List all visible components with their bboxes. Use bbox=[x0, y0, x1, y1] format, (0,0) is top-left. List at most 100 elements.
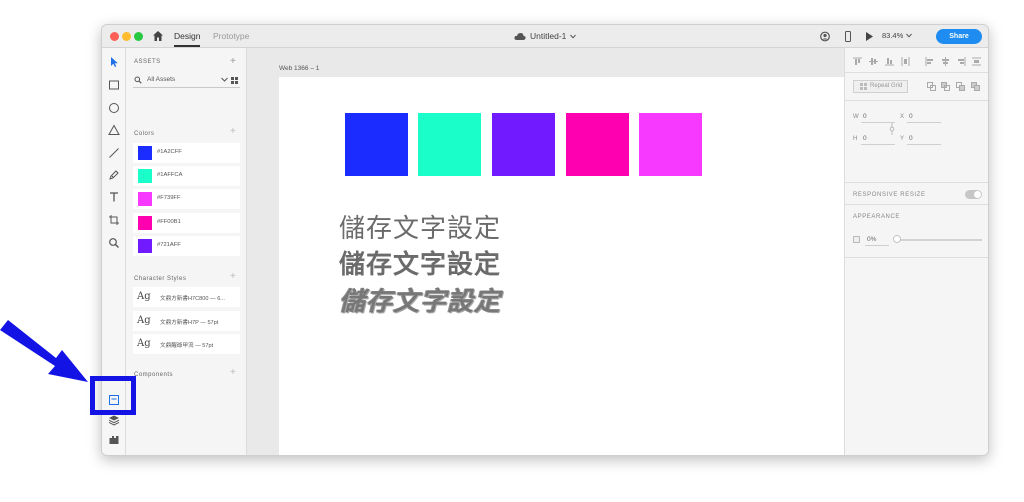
canvas-area[interactable]: Web 1366 – 1 儲存文字設定 儲存文字設定 儲存文字設定 bbox=[247, 48, 844, 455]
text-layer[interactable]: 儲存文字設定 bbox=[339, 208, 501, 245]
color-asset-item[interactable]: #1A2CFF bbox=[133, 143, 240, 163]
divider bbox=[845, 182, 988, 183]
character-style-item[interactable]: Ag 文鼎方新書H7C800 — 6... bbox=[133, 287, 240, 307]
color-swatch bbox=[138, 192, 152, 206]
assets-panel: ASSETS + All Assets Colors + #1A2CFF #1A… bbox=[126, 48, 247, 455]
distribute-horizontal-icon[interactable] bbox=[972, 57, 981, 66]
search-icon bbox=[134, 76, 142, 84]
assets-filter-dropdown[interactable]: All Assets bbox=[133, 74, 240, 88]
add-character-style-plus-icon[interactable]: + bbox=[230, 272, 236, 282]
color-square-pink[interactable] bbox=[566, 113, 629, 176]
text-layer[interactable]: 儲存文字設定 bbox=[339, 244, 501, 281]
y-field[interactable]: 0 bbox=[909, 135, 913, 142]
color-label: #1AFFCA bbox=[157, 172, 183, 178]
add-component-plus-icon[interactable]: + bbox=[230, 368, 236, 378]
add-asset-plus-icon[interactable]: + bbox=[230, 57, 236, 67]
color-asset-item[interactable]: #721AFF bbox=[133, 236, 240, 256]
align-bottom-icon[interactable] bbox=[885, 57, 894, 66]
align-left-icon[interactable] bbox=[925, 57, 934, 66]
character-style-label: 文鼎方新書H7C800 — 6... bbox=[160, 296, 225, 302]
align-middle-icon[interactable] bbox=[869, 57, 878, 66]
rectangle-tool-icon[interactable] bbox=[108, 79, 120, 91]
zoom-tool-icon[interactable] bbox=[108, 237, 120, 249]
pen-tool-icon[interactable] bbox=[108, 169, 120, 181]
boolean-intersect-icon[interactable] bbox=[956, 82, 965, 91]
color-asset-item[interactable]: #F739FF bbox=[133, 189, 240, 209]
chevron-down-icon bbox=[570, 34, 577, 39]
color-square-cyan[interactable] bbox=[418, 113, 481, 176]
tab-prototype[interactable]: Prototype bbox=[213, 30, 249, 42]
app-window: Design Prototype Untitled-1 83.4% Share bbox=[101, 24, 989, 456]
align-top-icon[interactable] bbox=[853, 57, 862, 66]
color-label: #1A2CFF bbox=[157, 149, 182, 155]
x-field[interactable]: 0 bbox=[909, 113, 913, 120]
opacity-icon bbox=[853, 236, 860, 243]
distribute-vertical-icon[interactable] bbox=[901, 57, 910, 66]
chevron-down-icon bbox=[221, 77, 228, 82]
x-field-underline bbox=[907, 122, 941, 123]
character-style-item[interactable]: Ag 文鼎方新書H7P — 57pt bbox=[133, 311, 240, 331]
annotation-arrow-icon bbox=[0, 320, 88, 382]
close-window-button[interactable] bbox=[110, 32, 119, 41]
home-icon[interactable] bbox=[152, 30, 164, 42]
height-field-underline bbox=[861, 144, 895, 145]
color-label: #721AFF bbox=[157, 242, 181, 248]
title-bar: Design Prototype Untitled-1 83.4% Share bbox=[102, 25, 988, 48]
polygon-tool-icon[interactable] bbox=[108, 124, 120, 136]
align-center-icon[interactable] bbox=[941, 57, 950, 66]
color-swatch bbox=[138, 216, 152, 230]
tab-design[interactable]: Design bbox=[174, 30, 201, 47]
color-label: #FF00B1 bbox=[157, 219, 181, 225]
width-field[interactable]: 0 bbox=[863, 113, 867, 120]
layers-panel-icon[interactable] bbox=[108, 414, 120, 426]
responsive-resize-toggle[interactable] bbox=[965, 190, 982, 199]
document-title[interactable]: Untitled-1 bbox=[514, 30, 577, 42]
character-style-preview: Ag bbox=[137, 315, 151, 326]
artboard[interactable]: 儲存文字設定 儲存文字設定 儲存文字設定 bbox=[279, 77, 844, 455]
share-button[interactable]: Share bbox=[936, 29, 982, 44]
color-swatch bbox=[138, 169, 152, 183]
line-tool-icon[interactable] bbox=[108, 147, 120, 159]
repeat-grid-button[interactable]: Repeat Grid bbox=[853, 80, 908, 93]
width-label: W bbox=[853, 114, 859, 120]
grid-view-icon[interactable] bbox=[231, 77, 238, 84]
boolean-add-icon[interactable] bbox=[927, 82, 936, 91]
opacity-slider-handle[interactable] bbox=[893, 235, 901, 243]
mobile-preview-icon[interactable] bbox=[843, 31, 853, 42]
character-style-item[interactable]: Ag 文鼎醒爺甲流 — 57pt bbox=[133, 334, 240, 354]
artboard-tool-icon[interactable] bbox=[108, 214, 120, 226]
color-square-blue[interactable] bbox=[345, 113, 408, 176]
text-tool-icon[interactable] bbox=[108, 191, 120, 203]
opacity-slider-track[interactable] bbox=[897, 239, 982, 241]
color-asset-item[interactable]: #FF00B1 bbox=[133, 213, 240, 233]
divider bbox=[845, 72, 988, 73]
color-swatch bbox=[138, 239, 152, 253]
ellipse-tool-icon[interactable] bbox=[108, 102, 120, 114]
annotation-highlight-box bbox=[90, 376, 136, 415]
lock-aspect-icon[interactable] bbox=[889, 123, 895, 135]
zoom-window-button[interactable] bbox=[134, 32, 143, 41]
play-icon[interactable] bbox=[864, 31, 874, 42]
divider bbox=[845, 204, 988, 205]
opacity-field[interactable]: 0% bbox=[867, 236, 876, 243]
x-label: X bbox=[900, 114, 905, 120]
character-style-preview: Ag bbox=[137, 338, 151, 349]
add-color-plus-icon[interactable]: + bbox=[230, 127, 236, 137]
boolean-subtract-icon[interactable] bbox=[941, 82, 950, 91]
height-field[interactable]: 0 bbox=[863, 135, 867, 142]
text-layer[interactable]: 儲存文字設定 bbox=[339, 281, 501, 318]
select-tool-icon[interactable] bbox=[108, 56, 120, 68]
minimize-window-button[interactable] bbox=[122, 32, 131, 41]
user-icon[interactable] bbox=[820, 31, 830, 42]
color-square-magenta[interactable] bbox=[639, 113, 702, 176]
color-square-purple[interactable] bbox=[492, 113, 555, 176]
color-asset-item[interactable]: #1AFFCA bbox=[133, 166, 240, 186]
repeat-grid-icon bbox=[860, 83, 867, 90]
boolean-exclude-icon[interactable] bbox=[971, 82, 980, 91]
artboard-label[interactable]: Web 1366 – 1 bbox=[279, 65, 319, 72]
y-field-underline bbox=[907, 144, 941, 145]
align-right-icon[interactable] bbox=[957, 57, 966, 66]
plugins-panel-icon[interactable] bbox=[108, 434, 120, 446]
character-style-preview: Ag bbox=[137, 291, 151, 302]
zoom-control[interactable]: 83.4% bbox=[882, 31, 913, 40]
